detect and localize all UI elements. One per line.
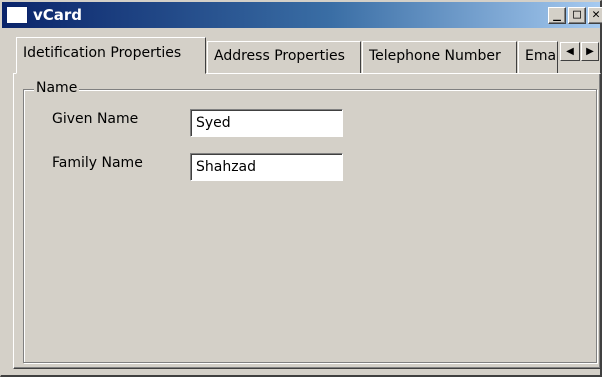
window-icon: [6, 6, 28, 24]
tab-scroll-right-button[interactable]: ▶: [581, 42, 599, 61]
family-name-label: Family Name: [52, 155, 143, 171]
tab-telephone-number[interactable]: Telephone Number: [362, 41, 517, 73]
given-name-input[interactable]: [190, 109, 343, 137]
window-title: vCard: [33, 6, 83, 24]
minimize-button[interactable]: _: [548, 7, 566, 24]
tab-scroll-left-button[interactable]: ◀: [560, 42, 580, 61]
maximize-button[interactable]: □: [568, 7, 586, 24]
name-group-legend: Name: [34, 79, 80, 97]
vcard-window: vCard _ □ ✕ Idetification Properties Add…: [0, 0, 602, 377]
tab-address-properties[interactable]: Address Properties: [207, 41, 361, 73]
tab-identification-properties[interactable]: Idetification Properties: [16, 37, 206, 74]
tab-email[interactable]: Ema: [518, 41, 558, 73]
close-button[interactable]: ✕: [588, 7, 602, 24]
given-name-label: Given Name: [52, 111, 139, 127]
family-name-input[interactable]: [190, 153, 343, 181]
title-bar[interactable]: vCard _ □ ✕: [2, 2, 602, 28]
